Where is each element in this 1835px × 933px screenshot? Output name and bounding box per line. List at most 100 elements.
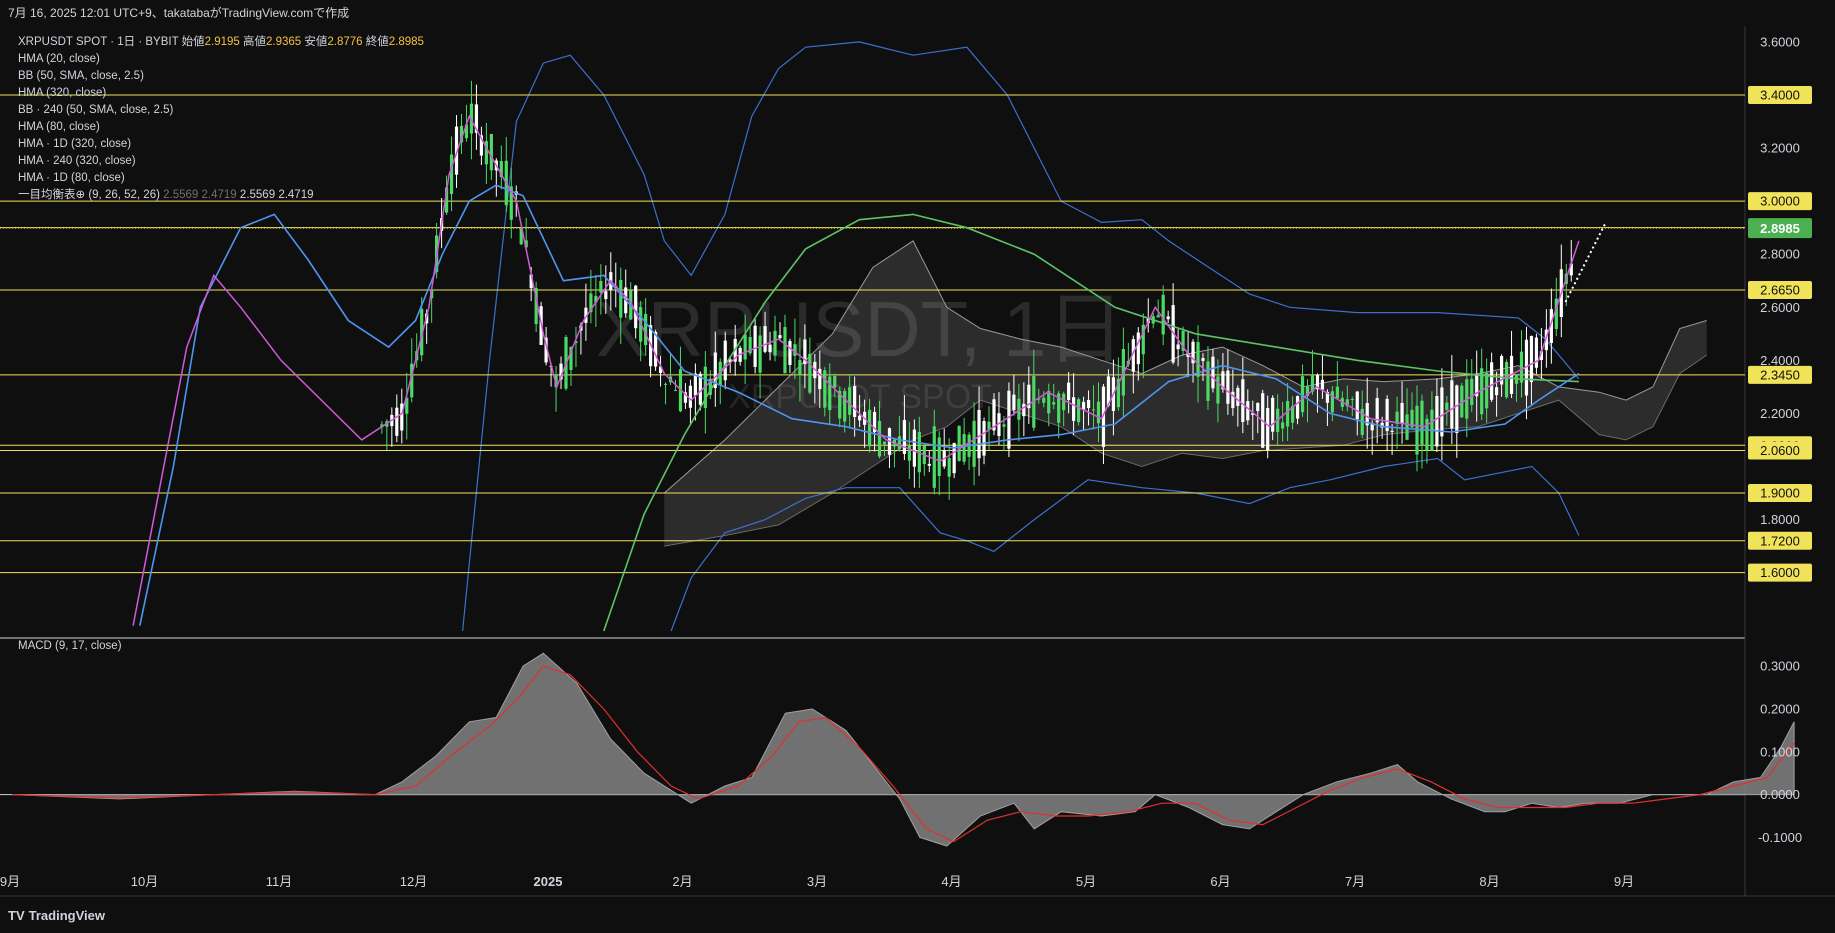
price-tick-label: 2.2000 (1760, 406, 1800, 421)
candle-body (1012, 394, 1016, 410)
price-tick-label: 2.4000 (1760, 353, 1800, 368)
candle-body (982, 421, 986, 456)
level-label: 2.6650 (1760, 283, 1800, 298)
candle-body (853, 385, 857, 417)
time-tick-label: 5月 (1076, 874, 1096, 889)
candle-body (867, 409, 872, 447)
candle-body (788, 341, 792, 365)
level-label: 3.4000 (1760, 87, 1800, 102)
candle-body (1161, 294, 1165, 335)
candle-body (1485, 372, 1489, 409)
candle-body (743, 334, 747, 360)
legend: XRPUSDT SPOT · 1日 · BYBIT 始値2.9195 高値2.9… (18, 34, 424, 204)
indicator-bb240[interactable]: BB · 240 (50, SMA, close, 2.5) (18, 102, 424, 119)
candle-body (1211, 356, 1215, 389)
candle-body (1062, 393, 1066, 411)
candle-body (1156, 315, 1160, 318)
candle-body (1067, 382, 1071, 400)
candle-body (1470, 378, 1474, 405)
close-value: 2.8985 (388, 36, 424, 48)
ichimoku-value-1: 2.5569 (163, 189, 199, 201)
candle-body (972, 420, 976, 467)
candle-body (798, 360, 802, 376)
candle-body (937, 437, 941, 477)
candle-body (1281, 422, 1285, 429)
macd-tick-label: 0.1000 (1760, 744, 1800, 759)
macd-tick-label: 0.3000 (1760, 659, 1800, 674)
time-tick-label: 2025 (534, 874, 563, 889)
indicator-hma80[interactable]: HMA (80, close) (18, 119, 424, 136)
candle-body (693, 373, 697, 396)
ichimoku-label: 一目均衡表⊕ (9, 26, 52, 26) (18, 189, 160, 201)
candle-body (1086, 399, 1091, 408)
candle-body (723, 340, 727, 381)
candle-body (877, 420, 882, 457)
indicator-hma1d-80[interactable]: HMA · 1D (80, close) (18, 170, 424, 187)
chart-caption: 7月 16, 2025 12:01 UTC+9、takatabaがTrading… (0, 0, 1835, 26)
candle-body (1495, 387, 1499, 396)
candle-body (1022, 403, 1026, 417)
macd-tick-label: 0.2000 (1760, 701, 1800, 716)
candle-body (1420, 400, 1424, 445)
candle-body (1176, 344, 1180, 350)
candle-body (1271, 397, 1275, 432)
indicator-hma1d-320[interactable]: HMA · 1D (320, close) (18, 136, 424, 153)
candle-body (858, 415, 862, 421)
candle-body (644, 313, 648, 346)
candle-body (1206, 361, 1210, 401)
candle-body (1390, 430, 1394, 432)
candle-body (773, 330, 777, 356)
ichimoku-value-3: 2.5569 (239, 189, 276, 201)
macd-tick-label: 0.0000 (1760, 787, 1800, 802)
indicator-hma240-320[interactable]: HMA · 240 (320, close) (18, 153, 424, 170)
candle-body (833, 376, 837, 388)
current-price-label: 2.8985 (1760, 221, 1800, 236)
candle-body (1042, 397, 1046, 403)
price-tick-label: 3.6000 (1760, 34, 1800, 49)
open-value: 2.9195 (204, 36, 240, 48)
time-tick-label: 9月 (0, 874, 20, 889)
time-tick-label: 11月 (266, 874, 293, 889)
candle-body (1285, 400, 1290, 427)
level-label: 1.6000 (1760, 565, 1800, 580)
candle-body (663, 383, 668, 385)
time-tick-label: 3月 (807, 874, 827, 889)
candle-body (783, 327, 787, 374)
level-label: 2.3450 (1760, 367, 1800, 382)
close-label: 終値 (365, 36, 389, 48)
time-tick-label: 10月 (131, 874, 158, 889)
footer: TV TradingView (8, 908, 105, 923)
candle-body (1096, 401, 1101, 424)
level-label: 1.7200 (1760, 533, 1800, 548)
candle-body (1355, 391, 1359, 420)
indicator-bb50[interactable]: BB (50, SMA, close, 2.5) (18, 68, 424, 85)
candle-body (843, 390, 847, 422)
candle-body (1405, 414, 1409, 440)
time-tick-label: 6月 (1210, 874, 1230, 889)
candle-body (957, 425, 961, 461)
candle-body (1072, 397, 1076, 421)
candle-body (1320, 379, 1325, 390)
candle-body (1529, 336, 1534, 383)
candle-body (1226, 370, 1230, 404)
indicator-ichimoku[interactable]: 一目均衡表⊕ (9, 26, 52, 26) 2.5569 2.4719 2.5… (18, 187, 424, 204)
candle-body (897, 436, 902, 450)
candle-body (1330, 391, 1334, 413)
candle-body (1076, 399, 1081, 423)
indicator-hma20[interactable]: HMA (20, close) (18, 51, 424, 68)
time-tick-label: 9月 (1614, 874, 1634, 889)
candle-body (489, 134, 493, 171)
open-label: 始値 (181, 36, 205, 48)
indicator-hma320[interactable]: HMA (320, close) (18, 85, 424, 102)
candle-body (634, 285, 638, 329)
tradingview-logo-icon: TV (8, 908, 25, 923)
macd-label[interactable]: MACD (9, 17, close) (18, 640, 122, 652)
candle-body (932, 426, 936, 488)
candle-body (1266, 408, 1270, 451)
candle-body (1241, 379, 1245, 422)
candle-body (793, 344, 797, 356)
candle-body (604, 291, 608, 300)
low-label: 安値 (304, 36, 328, 48)
candle-body (1196, 342, 1200, 377)
candle-body (1201, 358, 1205, 361)
